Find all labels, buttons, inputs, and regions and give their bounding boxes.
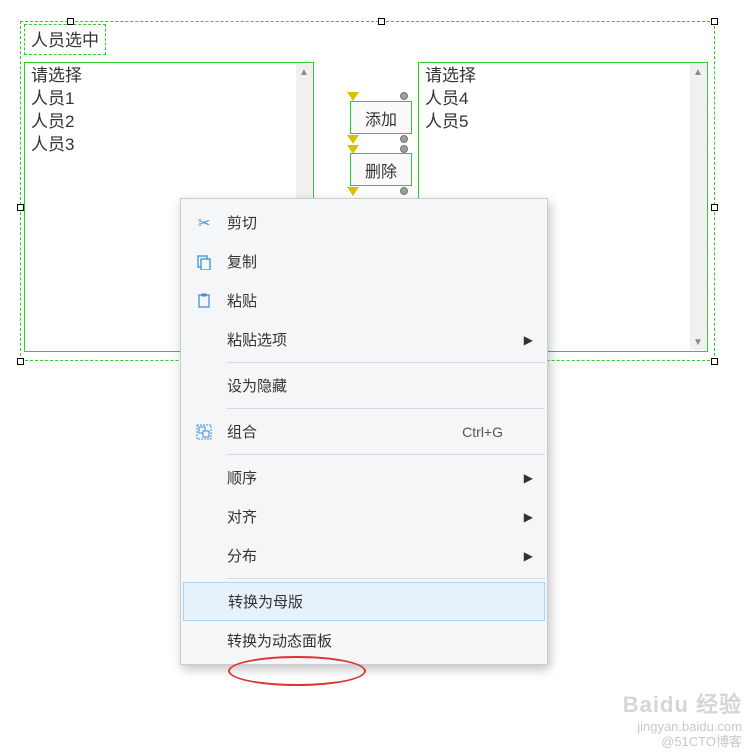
menu-item-paste[interactable]: 粘贴 [181,281,547,320]
paste-icon [181,293,227,309]
menu-separator [227,578,545,579]
scroll-up-icon[interactable]: ▲ [296,64,312,80]
menu-item-convert-dynamic[interactable]: 转换为动态面板 [181,621,547,660]
resize-handle[interactable] [711,204,718,211]
resize-handle[interactable] [711,358,718,365]
add-button[interactable]: 添加 [350,101,412,134]
watermark-brand: Baidu 经验 [623,692,742,718]
menu-label: 粘贴 [227,290,533,311]
menu-shortcut: Ctrl+G [462,424,533,440]
group-title: 人员选中 [24,24,106,55]
menu-label: 对齐 [227,506,533,527]
delete-button[interactable]: 删除 [350,153,412,186]
list-item[interactable]: 人员5 [425,111,689,134]
watermark: Baidu 经验 jingyan.baidu.com @51CTO博客 [623,692,742,750]
resize-handle[interactable] [711,18,718,25]
interaction-marker-icon [347,187,359,196]
submenu-arrow-icon: ▶ [524,333,533,347]
button-label: 添加 [365,106,397,130]
menu-label: 顺序 [227,467,533,488]
menu-item-paste-options[interactable]: 粘贴选项 ▶ [181,320,547,359]
menu-label: 粘贴选项 [227,329,533,350]
menu-label: 复制 [227,251,533,272]
scroll-up-icon[interactable]: ▲ [690,64,706,80]
interaction-marker-icon [347,92,359,101]
placeholder-text: 请选择 [31,65,295,88]
scroll-down-icon[interactable]: ▼ [690,334,706,350]
interaction-marker-dot [400,187,408,195]
menu-item-convert-master[interactable]: 转换为母版 [183,582,545,621]
menu-label: 转换为母版 [228,591,530,612]
menu-label: 组合 [227,421,462,442]
interaction-marker-icon [347,135,359,144]
cut-icon: ✂ [181,214,227,232]
menu-item-group[interactable]: 组合 Ctrl+G [181,412,547,451]
menu-item-distribute[interactable]: 分布 ▶ [181,536,547,575]
interaction-marker-dot [400,92,408,100]
resize-handle[interactable] [17,358,24,365]
interaction-marker-dot [400,135,408,143]
submenu-arrow-icon: ▶ [524,510,533,524]
resize-handle[interactable] [378,18,385,25]
list-item[interactable]: 人员3 [31,134,295,157]
submenu-arrow-icon: ▶ [524,549,533,563]
watermark-url: jingyan.baidu.com [623,719,742,735]
menu-separator [227,408,545,409]
menu-item-order[interactable]: 顺序 ▶ [181,458,547,497]
resize-handle[interactable] [67,18,74,25]
interaction-marker-dot [400,145,408,153]
menu-label: 剪切 [227,212,533,233]
list-item[interactable]: 人员1 [31,88,295,111]
submenu-arrow-icon: ▶ [524,471,533,485]
menu-separator [227,362,545,363]
menu-label: 设为隐藏 [227,375,533,396]
copy-icon [181,254,227,270]
menu-item-align[interactable]: 对齐 ▶ [181,497,547,536]
group-icon [181,424,227,440]
placeholder-text: 请选择 [425,65,689,88]
watermark-attribution: @51CTO博客 [623,734,742,750]
menu-item-set-hidden[interactable]: 设为隐藏 [181,366,547,405]
menu-item-copy[interactable]: 复制 [181,242,547,281]
menu-label: 转换为动态面板 [227,630,533,651]
list-item[interactable]: 人员2 [31,111,295,134]
menu-item-cut[interactable]: ✂ 剪切 [181,203,547,242]
button-label: 删除 [365,158,397,182]
scrollbar[interactable]: ▲ ▼ [690,64,706,350]
context-menu: ✂ 剪切 复制 粘贴 粘贴选项 ▶ 设为隐藏 组合 Ctrl+G 顺序 ▶ [180,198,548,665]
resize-handle[interactable] [17,204,24,211]
menu-separator [227,454,545,455]
menu-label: 分布 [227,545,533,566]
list-item[interactable]: 人员4 [425,88,689,111]
